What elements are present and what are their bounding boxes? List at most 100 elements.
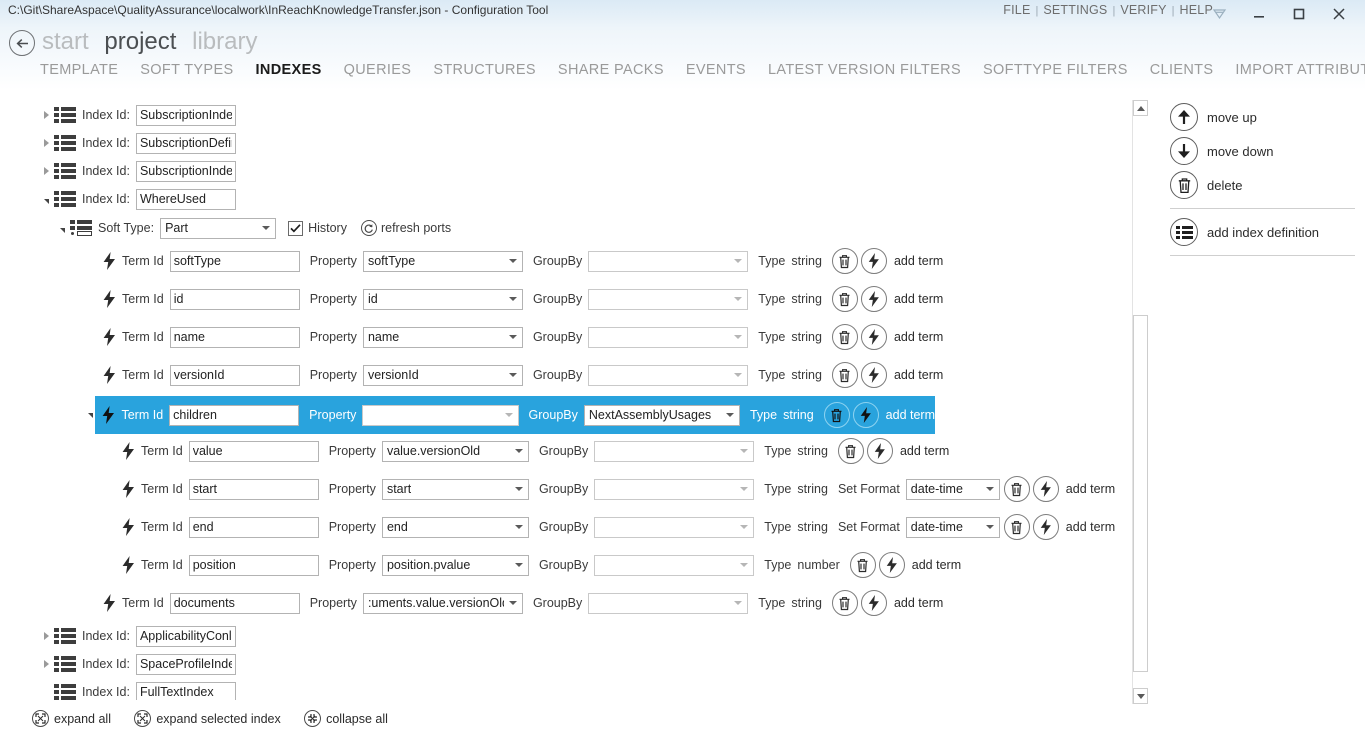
index-id-input[interactable]: [136, 189, 236, 210]
breadcrumb-item-library[interactable]: library: [192, 28, 257, 55]
index-id-input[interactable]: [136, 626, 236, 647]
index-id-input[interactable]: [136, 133, 236, 154]
add-term-label[interactable]: add term: [886, 408, 935, 422]
tab-events[interactable]: EVENTS: [686, 62, 746, 78]
add-term-bolt-button[interactable]: [861, 590, 887, 616]
vertical-scrollbar[interactable]: [1132, 100, 1148, 704]
index-id-input[interactable]: [136, 654, 236, 675]
add-term-bolt-button[interactable]: [853, 402, 879, 428]
delete-term-button[interactable]: [832, 590, 858, 616]
add-term-bolt-button[interactable]: [1033, 476, 1059, 502]
breadcrumb-item-project[interactable]: project: [104, 28, 176, 55]
groupby-select[interactable]: [588, 365, 748, 386]
add-term-bolt-button[interactable]: [861, 324, 887, 350]
expand-selected-index-button[interactable]: expand selected index: [134, 710, 280, 727]
groupby-select[interactable]: [594, 555, 754, 576]
property-select[interactable]: id: [363, 289, 523, 310]
move-down-action[interactable]: move down: [1170, 134, 1355, 168]
property-select[interactable]: name: [363, 327, 523, 348]
tab-template[interactable]: TEMPLATE: [40, 62, 118, 78]
add-term-label[interactable]: add term: [894, 292, 943, 306]
add-index-definition-action[interactable]: add index definition: [1170, 215, 1355, 249]
menu-item-file[interactable]: FILE: [1003, 3, 1030, 17]
property-select[interactable]: versionId: [363, 365, 523, 386]
index-row[interactable]: Index Id:: [40, 102, 236, 128]
term-id-input[interactable]: [170, 365, 300, 386]
term-row[interactable]: Term Id Property name GroupBy Type strin…: [100, 324, 943, 350]
delete-term-button[interactable]: [1004, 476, 1030, 502]
add-term-bolt-button[interactable]: [879, 552, 905, 578]
tree-expander-collapsed[interactable]: [40, 158, 52, 184]
set-format-select[interactable]: date-time: [906, 517, 1000, 538]
term-id-input[interactable]: [189, 441, 319, 462]
add-term-label[interactable]: add term: [900, 444, 949, 458]
term-id-input[interactable]: [189, 479, 319, 500]
term-id-input[interactable]: [170, 289, 300, 310]
tree-expander-collapsed[interactable]: [40, 102, 52, 128]
delete-action[interactable]: delete: [1170, 168, 1355, 202]
term-row[interactable]: Term Id Property id GroupBy Type string …: [100, 286, 943, 312]
tree-expander-collapsed[interactable]: [40, 651, 52, 677]
soft-type-row[interactable]: Soft Type: Part History refresh ports: [56, 215, 457, 241]
delete-term-button[interactable]: [832, 324, 858, 350]
minimize-button[interactable]: [1239, 0, 1279, 28]
tab-indexes[interactable]: INDEXES: [256, 62, 322, 78]
index-row[interactable]: Index Id:: [40, 158, 236, 184]
refresh-icon[interactable]: [361, 220, 377, 236]
term-row[interactable]: Term Id Property versionId GroupBy Type …: [100, 362, 943, 388]
tree-expander-collapsed[interactable]: [40, 623, 52, 649]
delete-term-button[interactable]: [832, 248, 858, 274]
property-select[interactable]: end: [382, 517, 529, 538]
delete-term-button[interactable]: [1004, 514, 1030, 540]
index-id-input[interactable]: [136, 682, 236, 701]
tab-latest-version-filters[interactable]: LATEST VERSION FILTERS: [768, 62, 961, 78]
property-select[interactable]: start: [382, 479, 529, 500]
tab-structures[interactable]: STRUCTURES: [433, 62, 536, 78]
term-row[interactable]: Term Id Property start GroupBy Type stri…: [119, 476, 1115, 502]
index-id-input[interactable]: [136, 105, 236, 126]
soft-type-select[interactable]: Part: [160, 218, 276, 239]
index-row[interactable]: Index Id:: [40, 651, 236, 677]
property-select[interactable]: :uments.value.versionOld: [363, 593, 523, 614]
tab-clients[interactable]: CLIENTS: [1150, 62, 1214, 78]
groupby-select[interactable]: [588, 289, 748, 310]
groupby-select[interactable]: [594, 479, 754, 500]
tree-expander-expanded[interactable]: [56, 215, 68, 241]
add-term-bolt-button[interactable]: [861, 248, 887, 274]
history-checkbox[interactable]: [288, 221, 303, 236]
index-row-whereused[interactable]: Index Id:: [40, 186, 236, 212]
delete-term-button[interactable]: [838, 438, 864, 464]
add-term-label[interactable]: add term: [912, 558, 961, 572]
scroll-down-button[interactable]: [1133, 688, 1148, 704]
set-format-select[interactable]: date-time: [906, 479, 1000, 500]
add-term-bolt-button[interactable]: [1033, 514, 1059, 540]
term-row-selected[interactable]: Term Id Property GroupBy NextAssemblyUsa…: [95, 396, 935, 434]
term-row[interactable]: Term Id Property :uments.value.versionOl…: [100, 590, 943, 616]
help-chevron-icon[interactable]: [1199, 0, 1239, 28]
add-term-label[interactable]: add term: [894, 596, 943, 610]
expand-all-button[interactable]: expand all: [32, 710, 111, 727]
term-row[interactable]: Term Id Property position.pvalue GroupBy…: [119, 552, 961, 578]
add-term-label[interactable]: add term: [894, 368, 943, 382]
groupby-select[interactable]: [588, 593, 748, 614]
term-id-input[interactable]: [170, 327, 300, 348]
scrollbar-thumb[interactable]: [1133, 315, 1148, 672]
tab-import-attributes[interactable]: IMPORT ATTRIBUTES: [1235, 62, 1365, 78]
property-select[interactable]: value.versionOld: [382, 441, 529, 462]
tab-queries[interactable]: QUERIES: [344, 62, 412, 78]
close-button[interactable]: [1319, 0, 1359, 28]
add-term-label[interactable]: add term: [1066, 520, 1115, 534]
index-row[interactable]: Index Id:: [40, 679, 236, 700]
groupby-select[interactable]: [594, 517, 754, 538]
menu-item-settings[interactable]: SETTINGS: [1043, 3, 1107, 17]
term-id-input[interactable]: [170, 251, 300, 272]
delete-term-button[interactable]: [850, 552, 876, 578]
groupby-select[interactable]: NextAssemblyUsages: [584, 405, 740, 426]
add-term-bolt-button[interactable]: [861, 362, 887, 388]
delete-term-button[interactable]: [824, 402, 850, 428]
property-select[interactable]: position.pvalue: [382, 555, 529, 576]
term-id-input[interactable]: [170, 593, 300, 614]
add-term-label[interactable]: add term: [894, 254, 943, 268]
back-button[interactable]: [9, 30, 35, 56]
term-row[interactable]: Term Id Property end GroupBy Type string…: [119, 514, 1115, 540]
